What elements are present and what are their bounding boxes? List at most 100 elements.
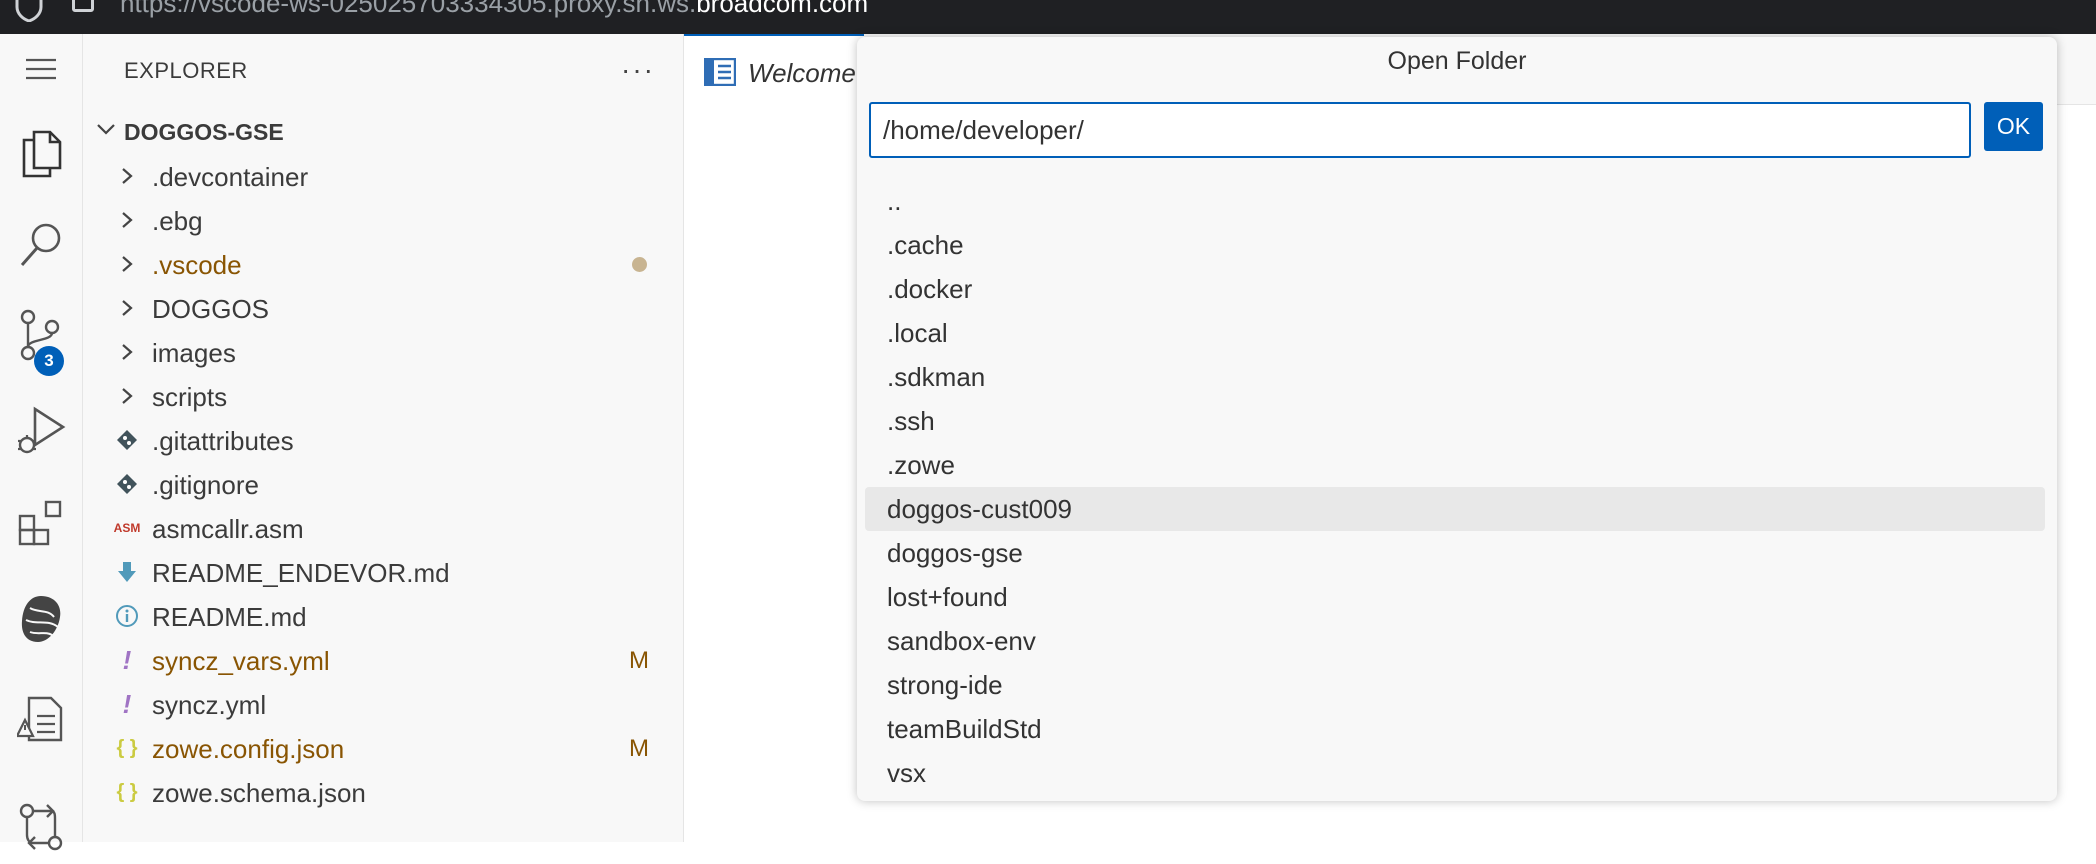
chevron-right-icon [119, 342, 135, 367]
folder-list-item[interactable]: .local [865, 311, 2045, 355]
folder-list-item-label: .zowe [887, 450, 955, 480]
chevron-right-icon [119, 386, 135, 411]
folder-list-item[interactable]: .docker [865, 267, 2045, 311]
chevron-right-icon [119, 210, 135, 235]
explorer-sidebar: EXPLORER ··· DOGGOS-GSE .devcontainer .e… [83, 34, 684, 842]
tree-item-label: README_ENDEVOR.md [152, 558, 450, 588]
chevron-right-icon [119, 166, 135, 191]
tree-item-label: images [152, 338, 236, 368]
tree-file[interactable]: ! syncz.yml [83, 682, 683, 726]
chevron-down-icon [95, 118, 117, 145]
tree-file[interactable]: ASM asmcallr.asm [83, 506, 683, 550]
tree-file[interactable]: ! syncz_vars.yml M [83, 638, 683, 682]
tree-file[interactable]: README_ENDEVOR.md [83, 550, 683, 594]
yaml-icon: ! [113, 689, 141, 719]
more-actions-icon[interactable]: ··· [621, 54, 655, 86]
git-file-icon [113, 472, 141, 496]
activity-explorer[interactable] [0, 120, 82, 190]
activity-remote-compare[interactable] [0, 794, 82, 864]
problems-report-icon [15, 694, 65, 749]
folder-list-item[interactable]: sandbox-env [865, 619, 2045, 663]
tree-item-label: README.md [152, 602, 307, 632]
workspace-root-folder[interactable]: DOGGOS-GSE [83, 110, 683, 154]
folder-list-item[interactable]: vsx [865, 751, 2045, 795]
activity-zowe-explorer[interactable] [0, 586, 82, 656]
folder-list-item[interactable]: .zowe [865, 443, 2045, 487]
modified-dot-icon [632, 257, 647, 272]
git-status-badge: M [629, 735, 649, 762]
tab-welcome[interactable]: Welcome [684, 34, 864, 106]
folder-list-item-label: doggos-cust009 [887, 494, 1073, 524]
zowe-explorer-icon [18, 593, 64, 650]
yaml-icon-text: ! [122, 688, 132, 719]
tree-folder[interactable]: scripts [83, 374, 683, 418]
folder-list-item-label: .cache [887, 230, 964, 260]
tree-item-label: .gitignore [152, 470, 259, 500]
folder-list-item-label: vsx [887, 758, 926, 788]
git-status-badge: M [629, 647, 649, 674]
folder-list-item[interactable]: teamBuildStd [865, 707, 2045, 751]
activity-run-debug[interactable] [0, 398, 82, 468]
source-control-badge: 3 [34, 346, 64, 376]
activity-source-control[interactable]: 3 [0, 302, 82, 376]
folder-list-item-label: .. [887, 186, 902, 216]
markdown-download-icon [113, 560, 141, 584]
tree-folder[interactable]: .vscode [83, 242, 683, 286]
chevron-right-icon [119, 254, 135, 279]
folder-list-item[interactable]: .sdkman [865, 355, 2045, 399]
folder-list-item[interactable]: .. [865, 179, 2045, 223]
activity-problems-report[interactable] [0, 686, 82, 756]
hamburger-menu-icon [25, 58, 57, 85]
tree-file[interactable]: .gitignore [83, 462, 683, 506]
asm-file-icon: ASM [113, 516, 141, 540]
tree-file[interactable]: { } zowe.schema.json [83, 770, 683, 814]
json-icon: { } [113, 736, 141, 760]
folder-list-item[interactable]: strong-ide [865, 663, 2045, 707]
tree-item-label: .vscode [152, 250, 242, 280]
tree-item-label: asmcallr.asm [152, 514, 304, 544]
folder-list-item-label: strong-ide [887, 670, 1003, 700]
folder-list-item-label: .ssh [887, 406, 935, 436]
url-prefix: https://vscode-ws-025025703334305.proxy.… [120, 0, 697, 18]
tree-folder[interactable]: DOGGOS [83, 286, 683, 330]
activity-extensions[interactable] [0, 490, 82, 560]
files-explorer-icon [18, 128, 64, 183]
tree-item-label: .ebg [152, 206, 203, 236]
shield-icon[interactable] [14, 0, 44, 27]
json-icon: { } [113, 780, 141, 804]
tree-folder[interactable]: images [83, 330, 683, 374]
json-icon-text: { } [116, 780, 138, 803]
ok-button[interactable]: OK [1984, 102, 2043, 151]
yaml-icon-text: ! [122, 644, 132, 675]
welcome-page-icon [703, 57, 737, 91]
search-icon [17, 220, 65, 275]
folder-list-item[interactable]: .ssh [865, 399, 2045, 443]
tree-folder[interactable]: .devcontainer [83, 154, 683, 198]
folder-list-item[interactable]: doggos-gse [865, 531, 2045, 575]
tree-folder[interactable]: .ebg [83, 198, 683, 242]
url-domain: broadcom.com [696, 0, 869, 18]
activity-search[interactable] [0, 212, 82, 282]
folder-path-input[interactable] [869, 102, 1971, 158]
menu-button[interactable] [0, 36, 82, 106]
browser-toolbar: https://vscode-ws-025025703334305.proxy.… [0, 0, 2096, 34]
folder-list-item-focused[interactable]: doggos-cust009 [865, 487, 2045, 531]
folder-list-item-label: doggos-gse [887, 538, 1023, 568]
open-folder-dialog: Open Folder OK .. .cache .docker .local … [857, 37, 2057, 801]
folder-list-item[interactable]: .cache [865, 223, 2045, 267]
address-bar[interactable]: https://vscode-ws-025025703334305.proxy.… [120, 0, 868, 19]
tree-file[interactable]: { } zowe.config.json M [83, 726, 683, 770]
folder-list-item[interactable]: lost+found [865, 575, 2045, 619]
tree-item-label: DOGGOS [152, 294, 270, 324]
extensions-icon [16, 498, 66, 553]
tree-item-label: .devcontainer [152, 162, 309, 192]
activity-bar: 3 [0, 34, 83, 850]
run-debug-icon [15, 405, 67, 462]
folder-list-item-label: sandbox-env [887, 626, 1036, 656]
folder-list-item-label: lost+found [887, 582, 1008, 612]
tree-item-label: syncz.yml [152, 690, 267, 720]
tree-file[interactable]: .gitattributes [83, 418, 683, 462]
tree-item-label: syncz_vars.yml [152, 646, 330, 676]
yaml-icon: ! [113, 645, 141, 675]
tree-file[interactable]: README.md [83, 594, 683, 638]
